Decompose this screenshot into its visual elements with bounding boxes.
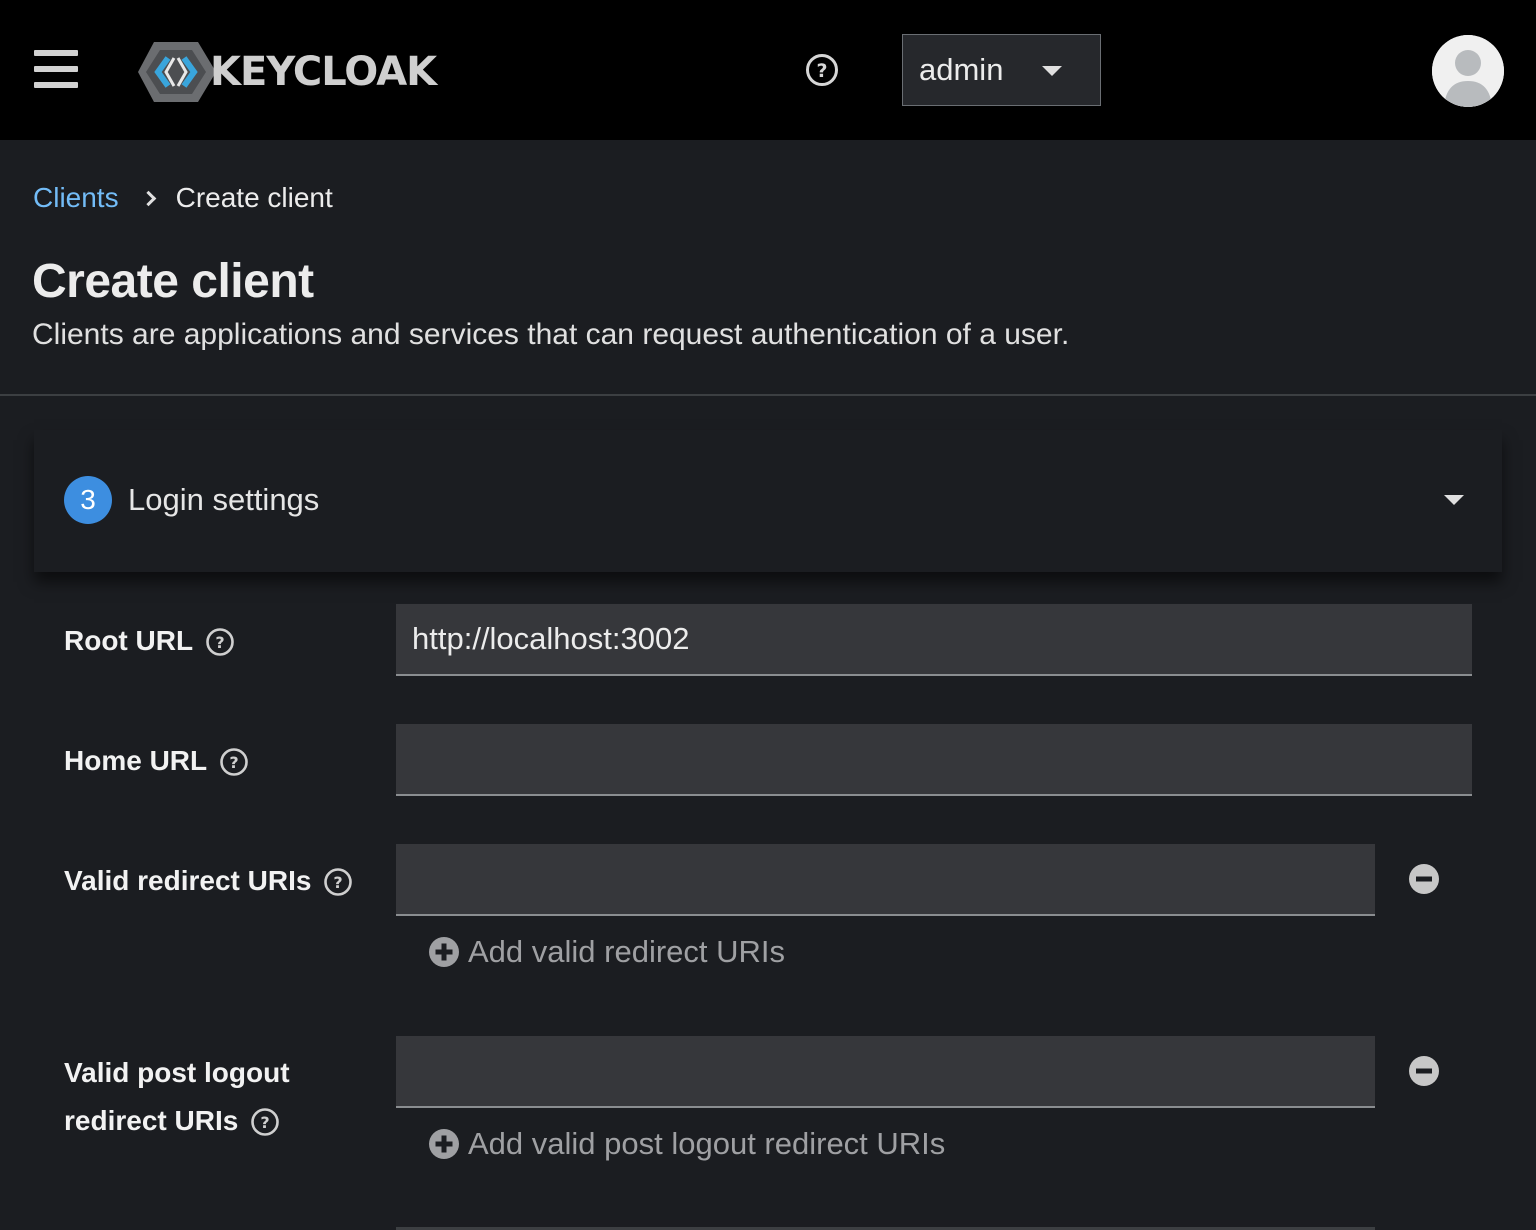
page-description: Clients are applications and services th… [32,318,1070,351]
svg-text:?: ? [816,60,827,82]
remove-redirect-uri-minus-icon[interactable] [1408,863,1440,895]
svg-text:?: ? [334,873,343,892]
help-icon[interactable]: ? [805,53,839,87]
brand-name: KEYCLOAK [210,49,437,95]
valid-redirect-uri-input[interactable] [396,844,1375,916]
help-icon[interactable]: ? [323,867,353,897]
svg-text:?: ? [261,1113,270,1132]
brand-logo[interactable]: KEYCLOAK [138,40,437,104]
home-url-label: Home URL? [64,737,249,785]
valid-post-logout-redirect-uri-input[interactable] [396,1036,1375,1108]
add-valid-redirect-uri-button[interactable]: Add valid redirect URIs [428,932,785,972]
plus-circle-icon [429,1129,459,1159]
user-dropdown[interactable]: admin [902,34,1101,106]
root-url-input[interactable] [396,604,1472,676]
help-icon[interactable]: ? [205,627,235,657]
user-avatar-icon[interactable] [1432,35,1504,107]
help-icon[interactable]: ? [219,747,249,777]
valid-post-logout-label-line1: Valid post logout [64,1057,290,1088]
root-url-label: Root URL? [64,617,235,665]
home-url-label-text: Home URL [64,745,208,776]
svg-text:?: ? [215,633,224,652]
valid-redirect-uris-label: Valid redirect URIs? [64,857,353,905]
root-url-label-text: Root URL [64,625,194,656]
chevron-right-icon [140,190,156,206]
keycloak-logo-icon [138,42,216,102]
svg-text:?: ? [229,753,238,772]
breadcrumb: Clients Create client [33,180,333,216]
caret-down-icon [1042,66,1062,76]
valid-post-logout-label-line2: redirect URIs [64,1105,239,1136]
add-valid-post-logout-uri-label: Add valid post logout redirect URIs [468,1126,946,1161]
wizard-step-login-settings[interactable]: 3 Login settings [34,430,1502,572]
help-icon[interactable]: ? [250,1107,280,1137]
add-valid-redirect-uri-label: Add valid redirect URIs [468,934,786,969]
user-dropdown-label: admin [919,52,1004,87]
section-divider [0,394,1536,396]
home-url-input[interactable] [396,724,1472,796]
breadcrumb-current: Create client [175,182,333,213]
step-title: Login settings [128,482,320,517]
add-valid-post-logout-uri-button[interactable]: Add valid post logout redirect URIs [428,1124,945,1164]
valid-post-logout-label: Valid post logout redirect URIs? [64,1049,290,1145]
caret-down-icon[interactable] [1444,495,1464,505]
step-number-badge: 3 [64,476,112,524]
plus-circle-icon [429,937,459,967]
breadcrumb-clients-link[interactable]: Clients [33,182,119,214]
remove-post-logout-uri-minus-icon[interactable] [1408,1055,1440,1087]
valid-redirect-uris-label-text: Valid redirect URIs [64,865,312,896]
page-title: Create client [32,255,314,308]
hamburger-menu-icon[interactable] [34,50,78,88]
masthead: KEYCLOAK ? admin [0,0,1536,140]
